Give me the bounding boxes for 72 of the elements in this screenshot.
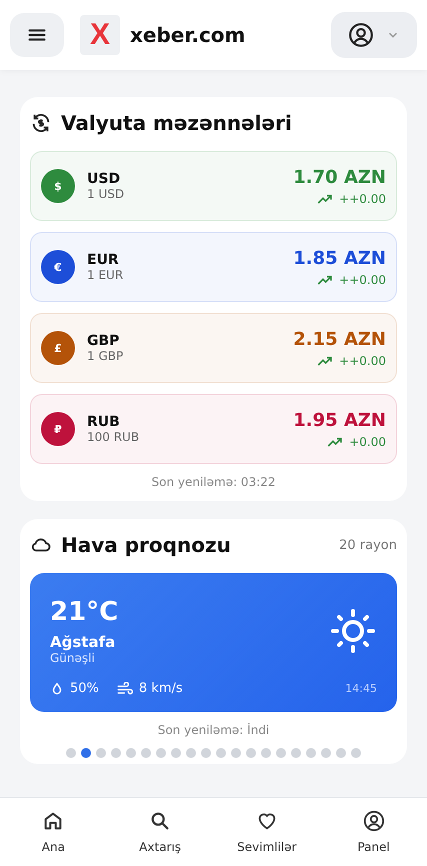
temperature: 21°C <box>50 597 118 627</box>
currency-code: USD <box>87 171 122 187</box>
carousel-dot[interactable] <box>141 748 151 758</box>
carousel-dot[interactable] <box>351 748 361 758</box>
currency-code: EUR <box>87 252 120 268</box>
nav-item[interactable]: Panel <box>328 809 419 855</box>
site-name[interactable]: xeber.com <box>130 23 331 47</box>
currency-amount: 1 EUR <box>87 268 124 282</box>
carousel-dot[interactable] <box>336 748 346 758</box>
trend-up-icon <box>317 354 334 366</box>
trend-up-icon <box>327 436 344 448</box>
rate-change: ++0.00 <box>339 272 386 286</box>
currency-badge: ₽ <box>41 412 75 446</box>
rate-value: 1.85 AZN <box>293 248 386 268</box>
carousel-dot[interactable] <box>291 748 301 758</box>
wind-icon <box>116 682 133 696</box>
currency-amount: 100 RUB <box>87 430 140 444</box>
weather-condition: Günəşli <box>50 651 96 665</box>
humidity: 50% <box>70 681 99 696</box>
carousel-dot[interactable] <box>171 748 181 758</box>
carousel-dot[interactable] <box>216 748 226 758</box>
user-icon <box>362 810 385 832</box>
carousel-dot[interactable] <box>306 748 316 758</box>
nav-item[interactable]: Ana <box>8 809 98 855</box>
region-count: 20 rayon <box>339 538 397 552</box>
carousel-dot[interactable] <box>276 748 286 758</box>
currency-code: GBP <box>87 333 120 349</box>
trend-up-icon <box>317 192 334 204</box>
carousel-dot[interactable] <box>66 748 76 758</box>
rate-value: 1.95 AZN <box>293 410 386 430</box>
currency-amount: 1 GBP <box>87 349 124 363</box>
currency-badge: € <box>41 250 75 284</box>
section-title: Valyuta məzənnələri <box>61 111 292 135</box>
carousel-dot[interactable] <box>81 748 91 758</box>
rate-change: ++0.00 <box>339 354 386 368</box>
carousel-dot[interactable] <box>111 748 121 758</box>
logo[interactable]: X <box>80 15 120 55</box>
wind-speed: 8 km/s <box>138 681 183 696</box>
search-icon <box>149 810 172 832</box>
account-button[interactable] <box>331 12 417 58</box>
observation-time: 14:45 <box>345 682 377 695</box>
currency-amount: 1 USD <box>87 187 126 201</box>
rate-value: 1.70 AZN <box>293 166 386 188</box>
currency-code: RUB <box>87 414 121 430</box>
weather-card[interactable]: 21°C Ağstafa Günəşli 50% 8 km/s 14:45 <box>30 573 397 712</box>
carousel-dot[interactable] <box>96 748 106 758</box>
update-time: Son yeniləmə: 03:22 <box>150 475 277 489</box>
droplet-icon <box>50 682 64 696</box>
city-name: Ağstafa <box>50 633 116 651</box>
carousel-dot[interactable] <box>231 748 241 758</box>
carousel-dot[interactable] <box>186 748 196 758</box>
rate-change: ++0.00 <box>339 192 386 206</box>
rate-change: +0.00 <box>349 434 386 448</box>
exchange-icon <box>30 112 52 134</box>
user-icon <box>348 22 374 48</box>
carousel-dot[interactable] <box>156 748 166 758</box>
rate-value: 2.15 AZN <box>293 328 386 350</box>
nav-item[interactable]: Axtarış <box>115 809 206 855</box>
carousel-dot[interactable] <box>246 748 256 758</box>
update-time: Son yeniləmə: İndi <box>156 723 270 737</box>
carousel-dot[interactable] <box>261 748 271 758</box>
carousel-dot[interactable] <box>126 748 136 758</box>
currency-badge: $ <box>41 169 75 203</box>
section-title: Hava proqnozu <box>61 533 231 557</box>
carousel-dot[interactable] <box>321 748 331 758</box>
menu-button[interactable] <box>10 13 64 57</box>
home-icon <box>42 810 64 832</box>
carousel-dot[interactable] <box>201 748 211 758</box>
trend-up-icon <box>317 274 334 286</box>
sun-icon <box>329 607 377 655</box>
nav-item[interactable]: Sevimlilər <box>222 809 312 855</box>
currency-badge: £ <box>41 331 75 365</box>
